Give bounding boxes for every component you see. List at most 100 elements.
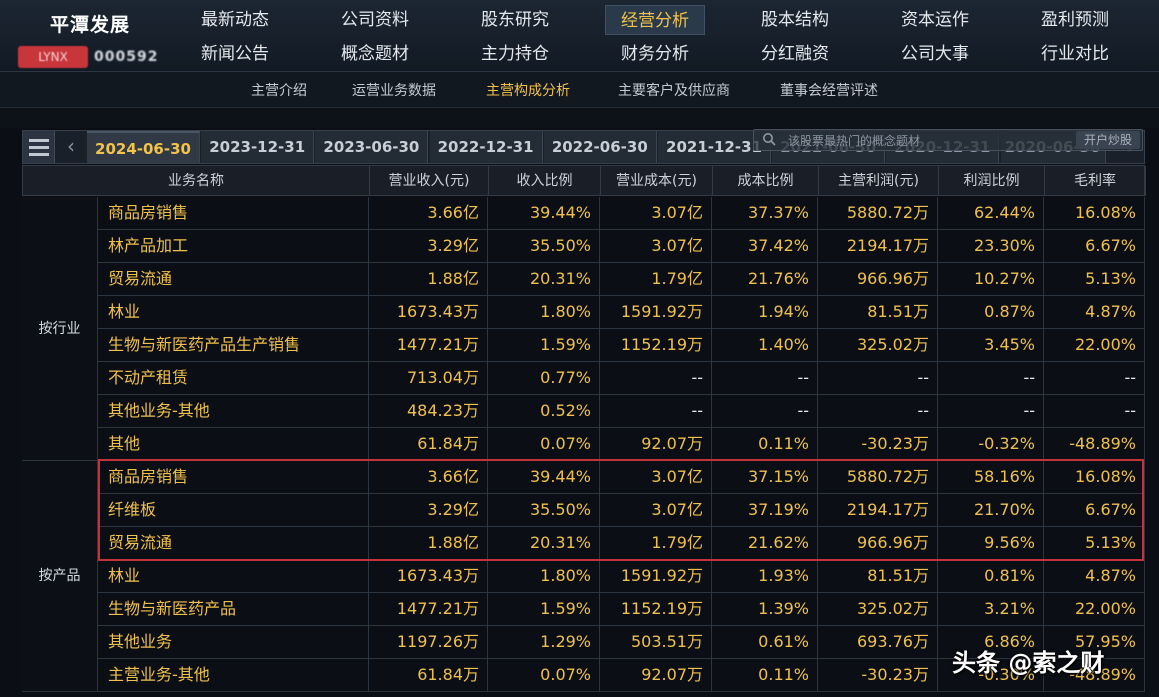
subnav-item-4[interactable]: 主要客户及供应商: [618, 80, 730, 100]
search-button[interactable]: 开户炒股: [1076, 131, 1140, 149]
nav-item-14[interactable]: 行业对比: [1025, 39, 1125, 69]
table-row[interactable]: 其他 61.84万 0.07% 92.07万 0.11% -30.23万 -0.32% -48…: [22, 428, 1145, 461]
table-row[interactable]: 商品房销售 3.66亿 39.44% 3.07亿 37.37% 5880.72万 62.44…: [22, 197, 1145, 230]
header-3[interactable]: 收入比例: [489, 166, 601, 196]
table-cell: 61.84万: [369, 428, 488, 460]
nav-item-11[interactable]: 财务分析: [605, 39, 705, 69]
table-cell: 3.45%: [938, 329, 1044, 361]
tab-date-5[interactable]: 2022-06-30: [543, 131, 657, 163]
table-cell: 1.40%: [712, 329, 818, 361]
business-name: 贸易流通: [98, 263, 369, 295]
business-name: 其他业务: [98, 626, 369, 658]
nav-item-7[interactable]: 盈利预测: [1025, 5, 1125, 35]
header-5[interactable]: 成本比例: [713, 166, 819, 196]
business-name: 生物与新医药产品: [98, 593, 369, 625]
subnav-item-5[interactable]: 董事会经营评述: [780, 80, 878, 100]
subnav-item-1[interactable]: 主营介绍: [251, 80, 307, 100]
table-cell: 21.62%: [712, 527, 818, 559]
table-row[interactable]: 纤维板 3.29亿 35.50% 3.07亿 37.19% 2194.17万 21.70% 6…: [22, 494, 1145, 527]
table-cell: 5880.72万: [818, 461, 938, 493]
top-navigation: 平潭发展 LYNX 000592 最新动态 公司资料 股东研究 经营分析 股本结构 资本运…: [0, 0, 1159, 72]
table-cell: 0.07%: [488, 659, 600, 691]
table-cell: 0.52%: [488, 395, 600, 427]
tab-date-4[interactable]: 2022-12-31: [429, 131, 543, 163]
table-cell: 966.96万: [818, 527, 938, 559]
header-2[interactable]: 营业收入(元): [370, 166, 489, 196]
nav-item-8[interactable]: 新闻公告: [185, 39, 285, 69]
table-cell: 3.07亿: [600, 230, 712, 262]
header-1[interactable]: 业务名称: [23, 166, 370, 196]
stock-code: 000592: [94, 49, 159, 65]
business-name: 林产品加工: [98, 230, 369, 262]
table-cell: 1.59%: [488, 593, 600, 625]
table-cell: 1477.21万: [369, 593, 488, 625]
nav-item-3[interactable]: 股东研究: [465, 5, 565, 35]
table-cell: 10.27%: [938, 263, 1044, 295]
table-row[interactable]: 贸易流通 1.88亿 20.31% 1.79亿 21.62% 966.96万 9.56% 5.…: [22, 527, 1145, 560]
table-cell: 20.31%: [488, 263, 600, 295]
table-cell: --: [818, 395, 938, 427]
table-cell: 3.21%: [938, 593, 1044, 625]
business-name: 其他业务-其他: [98, 395, 369, 427]
table-cell: 81.51万: [818, 296, 938, 328]
business-name: 商品房销售: [98, 197, 369, 229]
table-cell: 2194.17万: [818, 494, 938, 526]
table-cell: 9.56%: [938, 527, 1044, 559]
table-cell: 3.66亿: [369, 197, 488, 229]
table-row[interactable]: 林业 1673.43万 1.80% 1591.92万 1.93% 81.51万 0.81% 4…: [22, 560, 1145, 593]
nav-item-6[interactable]: 资本运作: [885, 5, 985, 35]
table-cell: -0.32%: [938, 428, 1044, 460]
table-cell: 92.07万: [600, 659, 712, 691]
nav-item-9[interactable]: 概念题材: [325, 39, 425, 69]
group-label: 按产品: [22, 461, 98, 692]
tab-date-3[interactable]: 2023-06-30: [315, 131, 429, 163]
table-row[interactable]: 不动产租赁 713.04万 0.77% -- -- -- -- --: [22, 362, 1145, 395]
header-4[interactable]: 营业成本(元): [601, 166, 713, 196]
menu-icon[interactable]: [23, 131, 55, 163]
table-cell: 3.29亿: [369, 230, 488, 262]
table-cell: 325.02万: [818, 593, 938, 625]
table-cell: 0.77%: [488, 362, 600, 394]
nav-item-4[interactable]: 经营分析: [605, 5, 705, 35]
table-cell: 0.11%: [712, 659, 818, 691]
chevron-left-icon[interactable]: ‹: [56, 131, 86, 163]
header-7[interactable]: 利润比例: [939, 166, 1045, 196]
table-row[interactable]: 生物与新医药产品生产销售 1477.21万 1.59% 1152.19万 1.40% 32…: [22, 329, 1145, 362]
table-row[interactable]: 其他业务-其他 484.23万 0.52% -- -- -- -- --: [22, 395, 1145, 428]
business-name: 林业: [98, 296, 369, 328]
tab-date-1[interactable]: 2024-06-30: [87, 131, 200, 163]
nav-item-1[interactable]: 最新动态: [185, 5, 285, 35]
nav-item-5[interactable]: 股本结构: [745, 5, 845, 35]
table-cell: 39.44%: [488, 461, 600, 493]
header-8[interactable]: 毛利率: [1045, 166, 1146, 196]
table-cell: 81.51万: [818, 560, 938, 592]
table-cell: 37.19%: [712, 494, 818, 526]
search-bar[interactable]: 该股票最热门的概念题材 开户炒股: [753, 129, 1143, 151]
nav-item-10[interactable]: 主力持仓: [465, 39, 565, 69]
table-header: 业务名称 营业收入(元) 收入比例 营业成本(元) 成本比例 主营利润(元) 利润比例 毛利率: [22, 165, 1146, 196]
nav-item-13[interactable]: 公司大事: [885, 39, 985, 69]
table-cell: 3.07亿: [600, 494, 712, 526]
table-row[interactable]: 商品房销售 3.66亿 39.44% 3.07亿 37.15% 5880.72万 58.16…: [22, 461, 1145, 494]
table-row[interactable]: 林产品加工 3.29亿 35.50% 3.07亿 37.42% 2194.17万 23.30…: [22, 230, 1145, 263]
table-cell: --: [1044, 362, 1145, 394]
table-row[interactable]: 生物与新医药产品 1477.21万 1.59% 1152.19万 1.39% 325.02…: [22, 593, 1145, 626]
table-row[interactable]: 林业 1673.43万 1.80% 1591.92万 1.94% 81.51万 0.87% 4…: [22, 296, 1145, 329]
nav-item-12[interactable]: 分红融资: [745, 39, 845, 69]
tab-date-2[interactable]: 2023-12-31: [201, 131, 315, 163]
table-cell: 713.04万: [369, 362, 488, 394]
table-row[interactable]: 贸易流通 1.88亿 20.31% 1.79亿 21.76% 966.96万 10.27% 5…: [22, 263, 1145, 296]
table-cell: 1673.43万: [369, 296, 488, 328]
table-cell: 1477.21万: [369, 329, 488, 361]
business-name: 林业: [98, 560, 369, 592]
table-cell: 21.76%: [712, 263, 818, 295]
business-name: 商品房销售: [98, 461, 369, 493]
table-cell: 20.31%: [488, 527, 600, 559]
header-6[interactable]: 主营利润(元): [819, 166, 939, 196]
table-cell: 23.30%: [938, 230, 1044, 262]
table-cell: 62.44%: [938, 197, 1044, 229]
subnav-item-2[interactable]: 运营业务数据: [352, 80, 436, 100]
table-cell: 37.42%: [712, 230, 818, 262]
subnav-item-3[interactable]: 主营构成分析: [486, 80, 570, 100]
nav-item-2[interactable]: 公司资料: [325, 5, 425, 35]
